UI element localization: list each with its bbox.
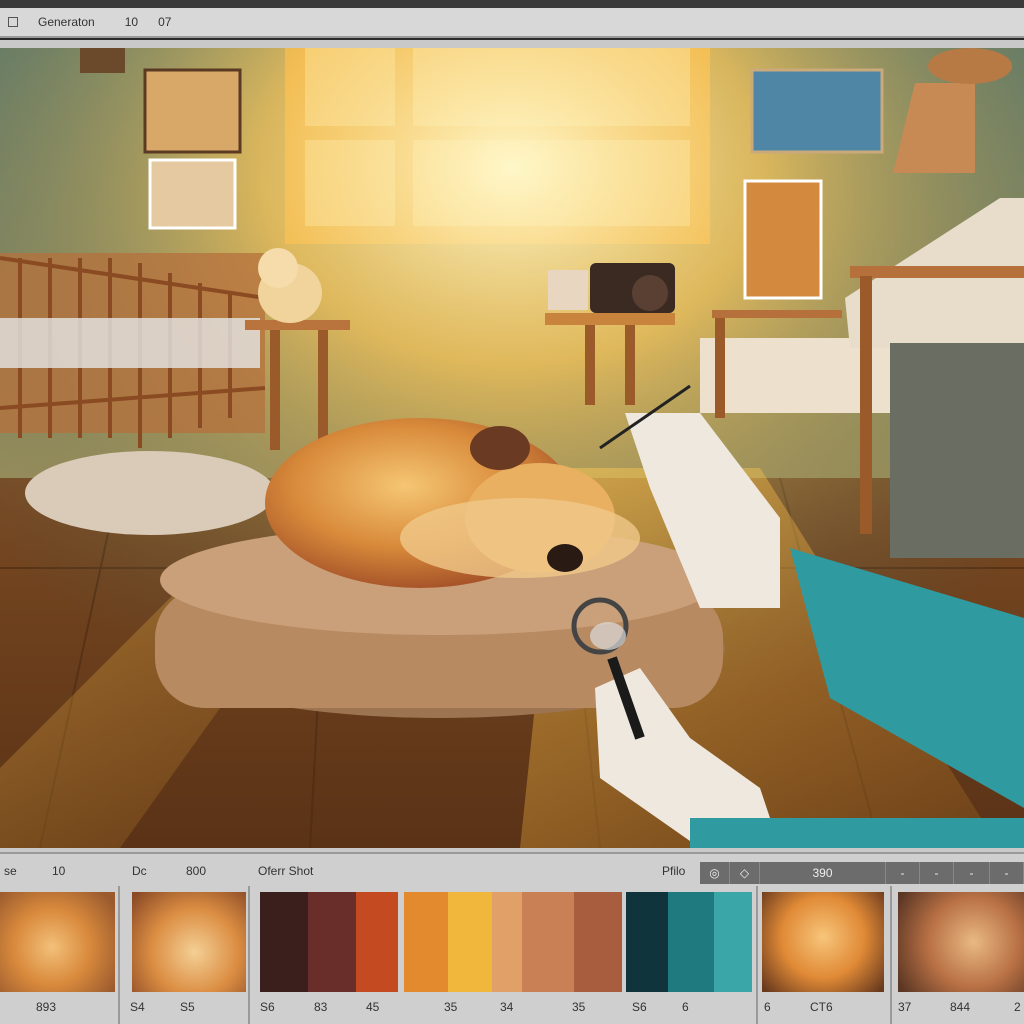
strip-label: CT6 [810,1000,833,1014]
step-icon-2[interactable]: - [920,862,954,884]
color-swatch[interactable] [492,892,522,992]
header-label-2: 10 [52,864,66,878]
strip-label: S6 [260,1000,275,1014]
title-bar [0,0,1024,8]
image-editor-app: Generaton 10 07 se 10 Dc 800 Oferr Shot … [0,0,1024,1024]
thumbnail-4[interactable] [898,892,1024,992]
filmstrip: 893 S4 S5 S6 83 45 35 34 35 S6 6 6 CT6 3… [0,886,1024,1024]
strip-label: 35 [572,1000,586,1014]
filmstrip-controls: ◎ ◇ 390 - - - - [700,862,1024,884]
thumbnail-3[interactable] [762,892,884,992]
strip-label: 844 [950,1000,971,1014]
header-label-1: se [4,864,17,878]
strip-label: 45 [366,1000,380,1014]
strip-label: 83 [314,1000,328,1014]
step-icon-1[interactable]: - [886,862,920,884]
photo-canvas[interactable] [0,48,1024,848]
top-toolbar: Generaton 10 07 [0,8,1024,38]
menu-icon[interactable] [8,17,18,27]
strip-label: 6 [682,1000,689,1014]
palette-group-3 [626,892,752,992]
step-icon-3[interactable]: - [954,862,990,884]
header-label-5: Oferr Shot [258,864,314,878]
strip-label: S5 [180,1000,195,1014]
canvas-frame [0,40,1024,852]
header-label-3: Dc [132,864,147,878]
header-label-4: 800 [186,864,207,878]
color-swatch[interactable] [448,892,492,992]
filmstrip-header: se 10 Dc 800 Oferr Shot Pfilo ◎ ◇ 390 - … [0,852,1024,886]
color-swatch[interactable] [626,892,668,992]
rotate-icon[interactable]: ◇ [730,862,760,884]
step-icon-4[interactable]: - [990,862,1024,884]
header-label-6: Pfilo [662,864,686,878]
color-swatch[interactable] [574,892,622,992]
strip-label: S4 [130,1000,145,1014]
scene-illustration [0,48,1024,848]
divider [890,886,892,1024]
palette-group-2 [404,892,622,992]
strip-label: 893 [36,1000,57,1014]
color-swatch[interactable] [260,892,308,992]
color-swatch[interactable] [522,892,574,992]
color-swatch[interactable] [404,892,448,992]
palette-group-1 [260,892,398,992]
color-swatch[interactable] [308,892,356,992]
toolbar-title[interactable]: Generaton [28,15,105,29]
color-swatch[interactable] [356,892,398,992]
strip-label: 2 [1014,1000,1021,1014]
divider [248,886,250,1024]
divider [118,886,120,1024]
thumbnail-2[interactable] [132,892,246,992]
thumbnail-1[interactable] [0,892,115,992]
strip-label: 34 [500,1000,514,1014]
color-swatch[interactable] [668,892,714,992]
toolbar-field-a[interactable]: 10 [115,15,148,29]
target-icon[interactable]: ◎ [700,862,730,884]
strip-label: 37 [898,1000,912,1014]
strip-label: 6 [764,1000,771,1014]
strip-label: 35 [444,1000,458,1014]
strip-label: S6 [632,1000,647,1014]
toolbar-field-b[interactable]: 07 [148,15,181,29]
color-swatch[interactable] [714,892,752,992]
control-value[interactable]: 390 [760,862,886,884]
divider [756,886,758,1024]
